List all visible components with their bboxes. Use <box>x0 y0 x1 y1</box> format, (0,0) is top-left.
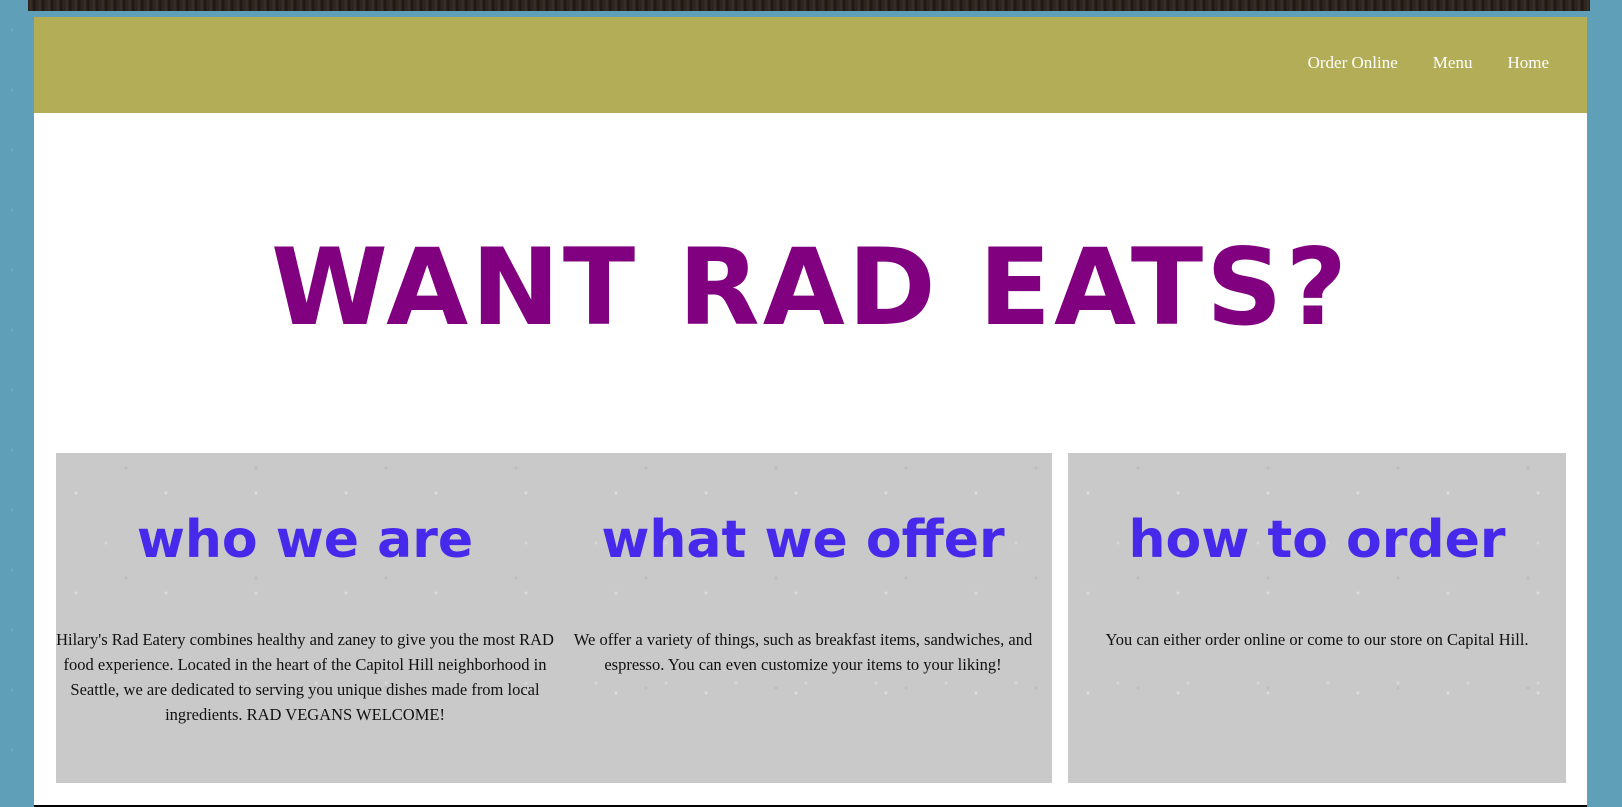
section-heading: how to order <box>1128 510 1506 570</box>
section-body: We offer a variety of things, such as br… <box>573 630 1033 674</box>
section-body: Hilary's Rad Eatery combines healthy and… <box>56 630 554 724</box>
section-heading: who we are <box>136 510 474 570</box>
section-who-we-are: who we are Hilary's Rad Eatery combines … <box>56 453 554 783</box>
section-how-to-order: how to order You can either order online… <box>1068 453 1566 783</box>
nav-order-online-link[interactable]: Order Online <box>1308 53 1398 73</box>
main-nav: Order Online Menu Home <box>1308 53 1549 73</box>
info-panel-left: who we are Hilary's Rad Eatery combines … <box>56 453 1052 783</box>
section-body: You can either order online or come to o… <box>1105 630 1529 649</box>
nav-menu-link[interactable]: Menu <box>1433 53 1473 73</box>
nav-home-link[interactable]: Home <box>1507 53 1549 73</box>
page-container: Order Online Menu Home WANT RAD EATS? wh… <box>34 17 1587 807</box>
section-heading: what we offer <box>601 510 1005 570</box>
top-wood-strip <box>28 0 1590 11</box>
hero-title: WANT RAD EATS? <box>270 226 1351 349</box>
info-panel-right: how to order You can either order online… <box>1068 453 1566 783</box>
site-header: Order Online Menu Home <box>34 17 1587 113</box>
section-what-we-offer: what we offer We offer a variety of thin… <box>554 453 1052 783</box>
